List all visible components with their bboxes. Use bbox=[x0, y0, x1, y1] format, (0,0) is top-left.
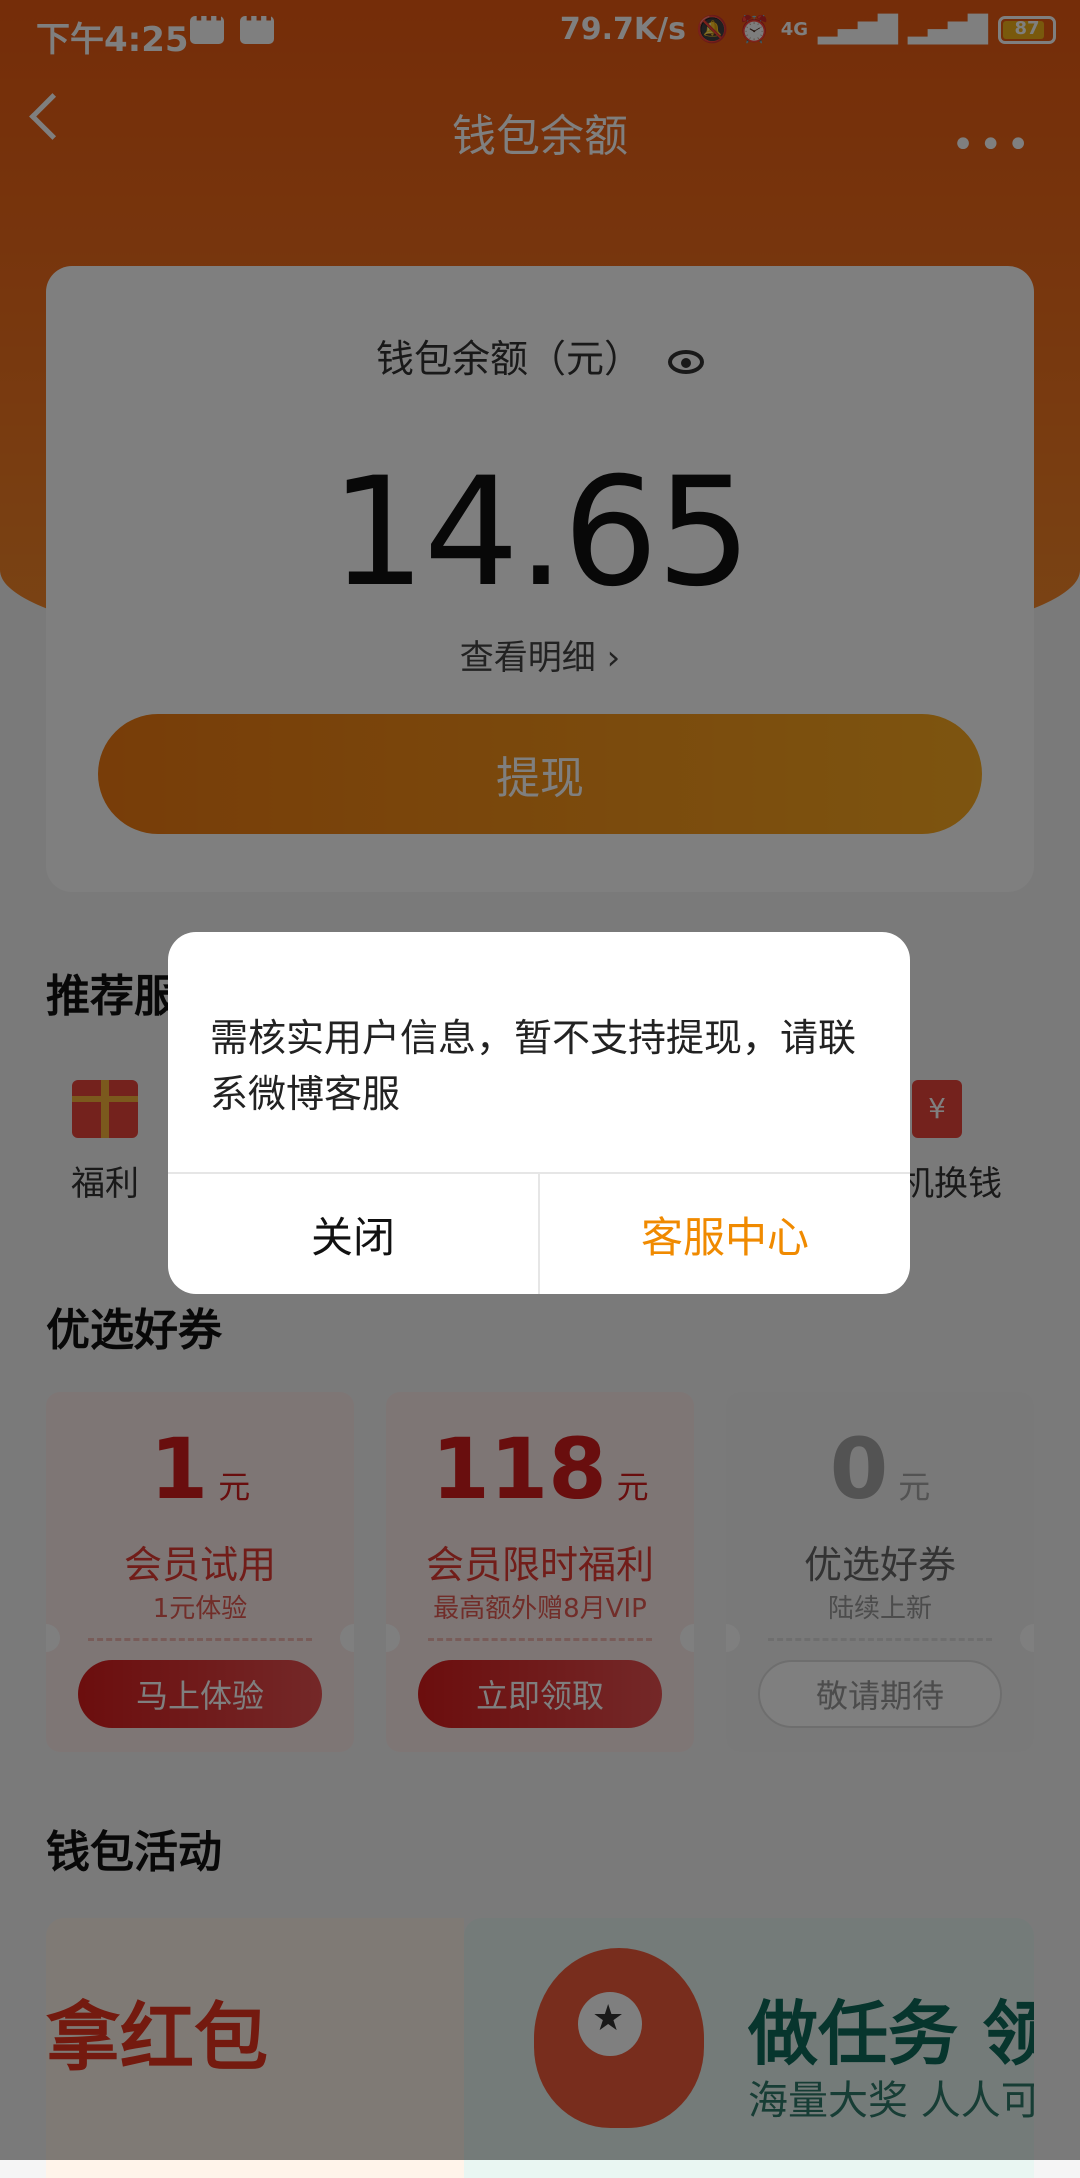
close-button[interactable]: 关闭 bbox=[168, 1174, 538, 1294]
dialog-message: 需核实用户信息，暂不支持提现，请联系微博客服 bbox=[210, 1016, 857, 1116]
alert-dialog: 需核实用户信息，暂不支持提现，请联系微博客服 关闭 客服中心 bbox=[168, 932, 910, 1294]
customer-service-button[interactable]: 客服中心 bbox=[540, 1174, 910, 1294]
